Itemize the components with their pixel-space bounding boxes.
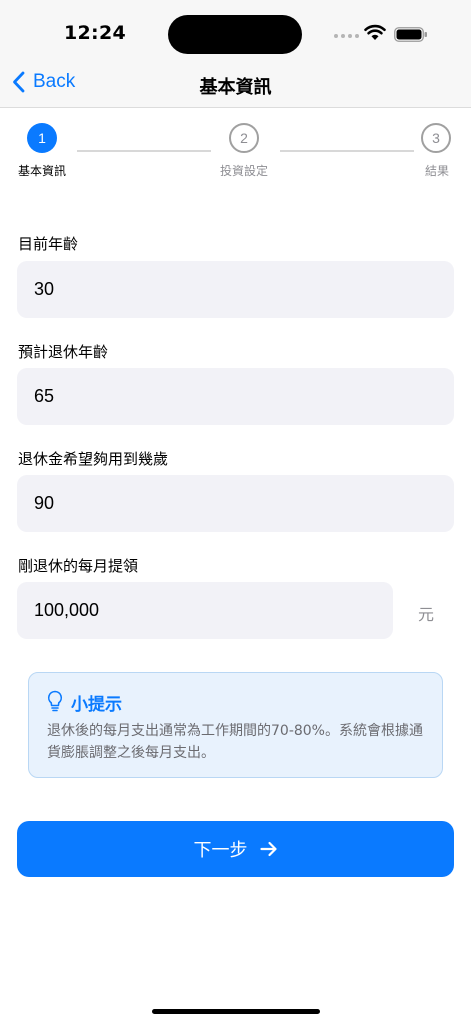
step-connector-1 [77,150,211,152]
step-connector-2 [280,150,414,152]
tip-title: 小提示 [71,695,122,715]
current-age-label: 目前年齡 [18,235,79,253]
monthly-withdraw-input[interactable]: 100,000 [17,582,393,639]
life-age-label: 退休金希望夠用到幾歲 [18,450,169,468]
next-step-label: 下一步 [193,840,248,861]
cellular-signal-icon [334,34,359,38]
battery-icon [394,27,427,42]
tip-card: 小提示 退休後的每月支出通常為工作期間的70-80%。系統會根據通貨膨脹調整之後… [28,672,443,778]
page-title: 基本資訊 [199,77,272,98]
step-3-label: 結果 [425,164,450,178]
step-1-label: 基本資訊 [18,164,67,178]
currency-unit-label: 元 [418,605,435,624]
status-time: 12:24 [64,22,126,44]
tip-body: 退休後的每月支出通常為工作期間的70-80%。系統會根據通貨膨脹調整之後每月支出… [47,723,423,761]
step-3-indicator: 3 [421,123,451,153]
wifi-icon [364,24,386,40]
next-step-button[interactable]: 下一步 [17,821,454,877]
retire-age-input[interactable]: 65 [17,368,454,425]
step-1-indicator: 1 [27,123,57,153]
life-age-input[interactable]: 90 [17,475,454,532]
step-2-indicator: 2 [229,123,259,153]
monthly-withdraw-label: 剛退休的每月提領 [18,557,139,575]
current-age-input[interactable]: 30 [17,261,454,318]
step-2-label: 投資設定 [220,164,269,178]
navigation-bar: Back 基本資訊 [0,62,471,108]
arrow-right-icon [259,841,277,857]
progress-stepper: 1 2 3 基本資訊 投資設定 結果 [0,123,471,183]
status-bar: 12:24 [0,0,471,62]
retire-age-label: 預計退休年齡 [18,343,109,361]
dynamic-island [168,15,302,54]
home-indicator[interactable] [152,1009,320,1014]
lightbulb-icon [47,690,63,712]
